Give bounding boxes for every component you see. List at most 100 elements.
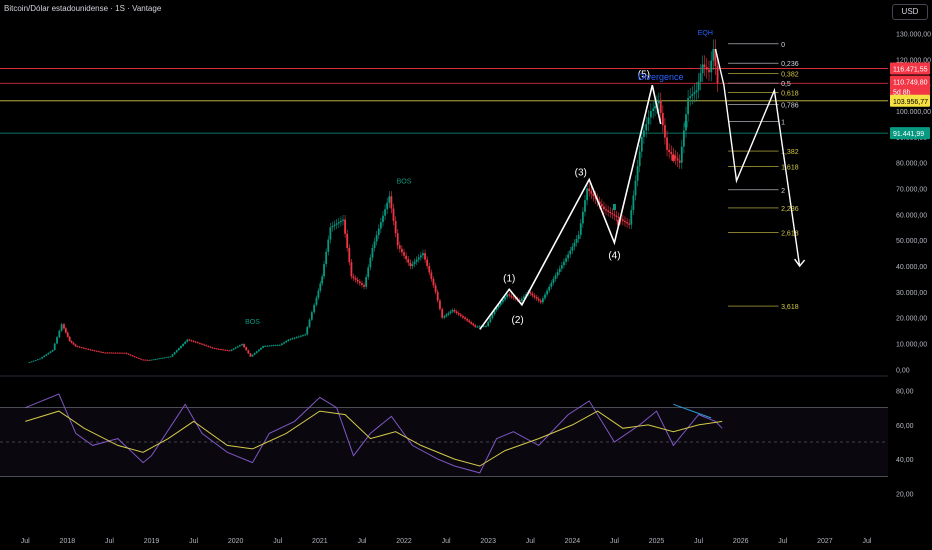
candle-body (678, 160, 681, 163)
candle-body (358, 281, 361, 284)
candle-body (652, 108, 655, 112)
currency-button[interactable]: USD (892, 4, 928, 20)
rsi-tick-label: 40,00 (896, 457, 914, 464)
candle-body (245, 347, 248, 351)
fib-level-label: 2,618 (781, 230, 799, 237)
candle-body (645, 123, 648, 131)
candle-body (317, 290, 320, 298)
price-tick-label: 80.000,00 (896, 161, 927, 168)
price-label-text: 103.956,77 (893, 99, 928, 106)
candle-body (154, 359, 157, 360)
price-tick-label: 50.000,00 (896, 238, 927, 245)
candle-body (266, 345, 269, 347)
candle-body (687, 98, 689, 115)
candle-body (76, 346, 79, 347)
candle-body (85, 348, 87, 350)
price-tick-label: 10.000,00 (896, 342, 927, 349)
time-tick-label: 2024 (565, 538, 581, 545)
candle-body (563, 261, 565, 266)
candle-body (43, 355, 46, 358)
candle-body (548, 286, 551, 291)
candle-body (468, 320, 471, 323)
price-tick-label: 30.000,00 (896, 290, 927, 297)
candle-body (478, 326, 481, 328)
candle-body (474, 325, 477, 327)
fib-level-label: 0 (781, 42, 785, 49)
marker-bar (612, 204, 616, 211)
candle-body (415, 259, 418, 262)
candle-body (220, 349, 222, 350)
candle-body (321, 276, 324, 284)
candle-body (247, 350, 250, 354)
candle-body (201, 343, 203, 345)
candle-body (455, 311, 458, 313)
candle-body (520, 298, 523, 301)
candle-body (72, 342, 75, 345)
candle-body (310, 312, 313, 320)
candle-body (325, 251, 328, 265)
candle-body (194, 341, 197, 343)
candle-body (638, 151, 641, 167)
candle-body (489, 317, 492, 323)
time-tick-label: Jul (189, 538, 198, 545)
candle-body (70, 340, 73, 343)
candle-body (659, 100, 662, 113)
candle-body (186, 339, 189, 342)
candle-body (293, 337, 296, 339)
candle-body (607, 210, 610, 212)
candle-body (333, 224, 336, 227)
candle-body (260, 347, 262, 350)
candle-body (108, 352, 111, 354)
candle-body (125, 352, 128, 354)
candle-body (241, 344, 243, 346)
price-chart[interactable]: 00,2360,3820,50,6180,78611,3821,61822,23… (0, 0, 932, 550)
fib-level-label: 1 (781, 119, 785, 126)
candle-body (87, 348, 90, 350)
candle-body (544, 294, 546, 299)
candle-body (630, 210, 633, 225)
candle-body (621, 219, 624, 221)
candle-body (640, 136, 643, 152)
candle-body (697, 81, 700, 91)
candle-body (352, 276, 355, 279)
wave-label: (1) (503, 274, 515, 285)
time-tick-label: 2023 (480, 538, 496, 545)
candle-body (51, 350, 54, 352)
candle-body (234, 347, 237, 349)
candle-body (308, 319, 311, 328)
candle-body (274, 345, 277, 346)
candle-body (144, 359, 147, 361)
candle-body (226, 350, 229, 351)
candle-body (217, 348, 220, 350)
time-tick-label: 2025 (649, 538, 665, 545)
candle-body (268, 345, 271, 347)
candle-body (569, 250, 572, 255)
candle-body (693, 92, 696, 95)
price-tick-label: 40.000,00 (896, 264, 927, 271)
time-tick-label: Jul (105, 538, 114, 545)
candle-body (449, 311, 452, 314)
wave-label: (3) (575, 168, 587, 179)
candle-body (710, 60, 713, 73)
candle-body (137, 357, 140, 359)
fib-level-label: 0,618 (781, 90, 799, 97)
candle-body (388, 196, 391, 203)
time-tick-label: Jul (778, 538, 787, 545)
candle-body (419, 255, 422, 258)
candle-body (131, 355, 134, 357)
chart-annotation: BOS (397, 178, 412, 185)
candle-body (476, 326, 479, 328)
candle-body (80, 347, 83, 349)
candle-body (207, 345, 210, 347)
time-tick-label: Jul (442, 538, 451, 545)
candle-body (177, 348, 180, 351)
candle-body (302, 335, 304, 336)
candle-body (49, 351, 52, 353)
candle-body (546, 290, 549, 295)
candle-body (443, 316, 446, 318)
candle-body (300, 335, 302, 337)
candle-body (542, 298, 544, 303)
candle-body (373, 241, 376, 248)
candle-body (140, 358, 142, 360)
candle-body (121, 352, 123, 354)
